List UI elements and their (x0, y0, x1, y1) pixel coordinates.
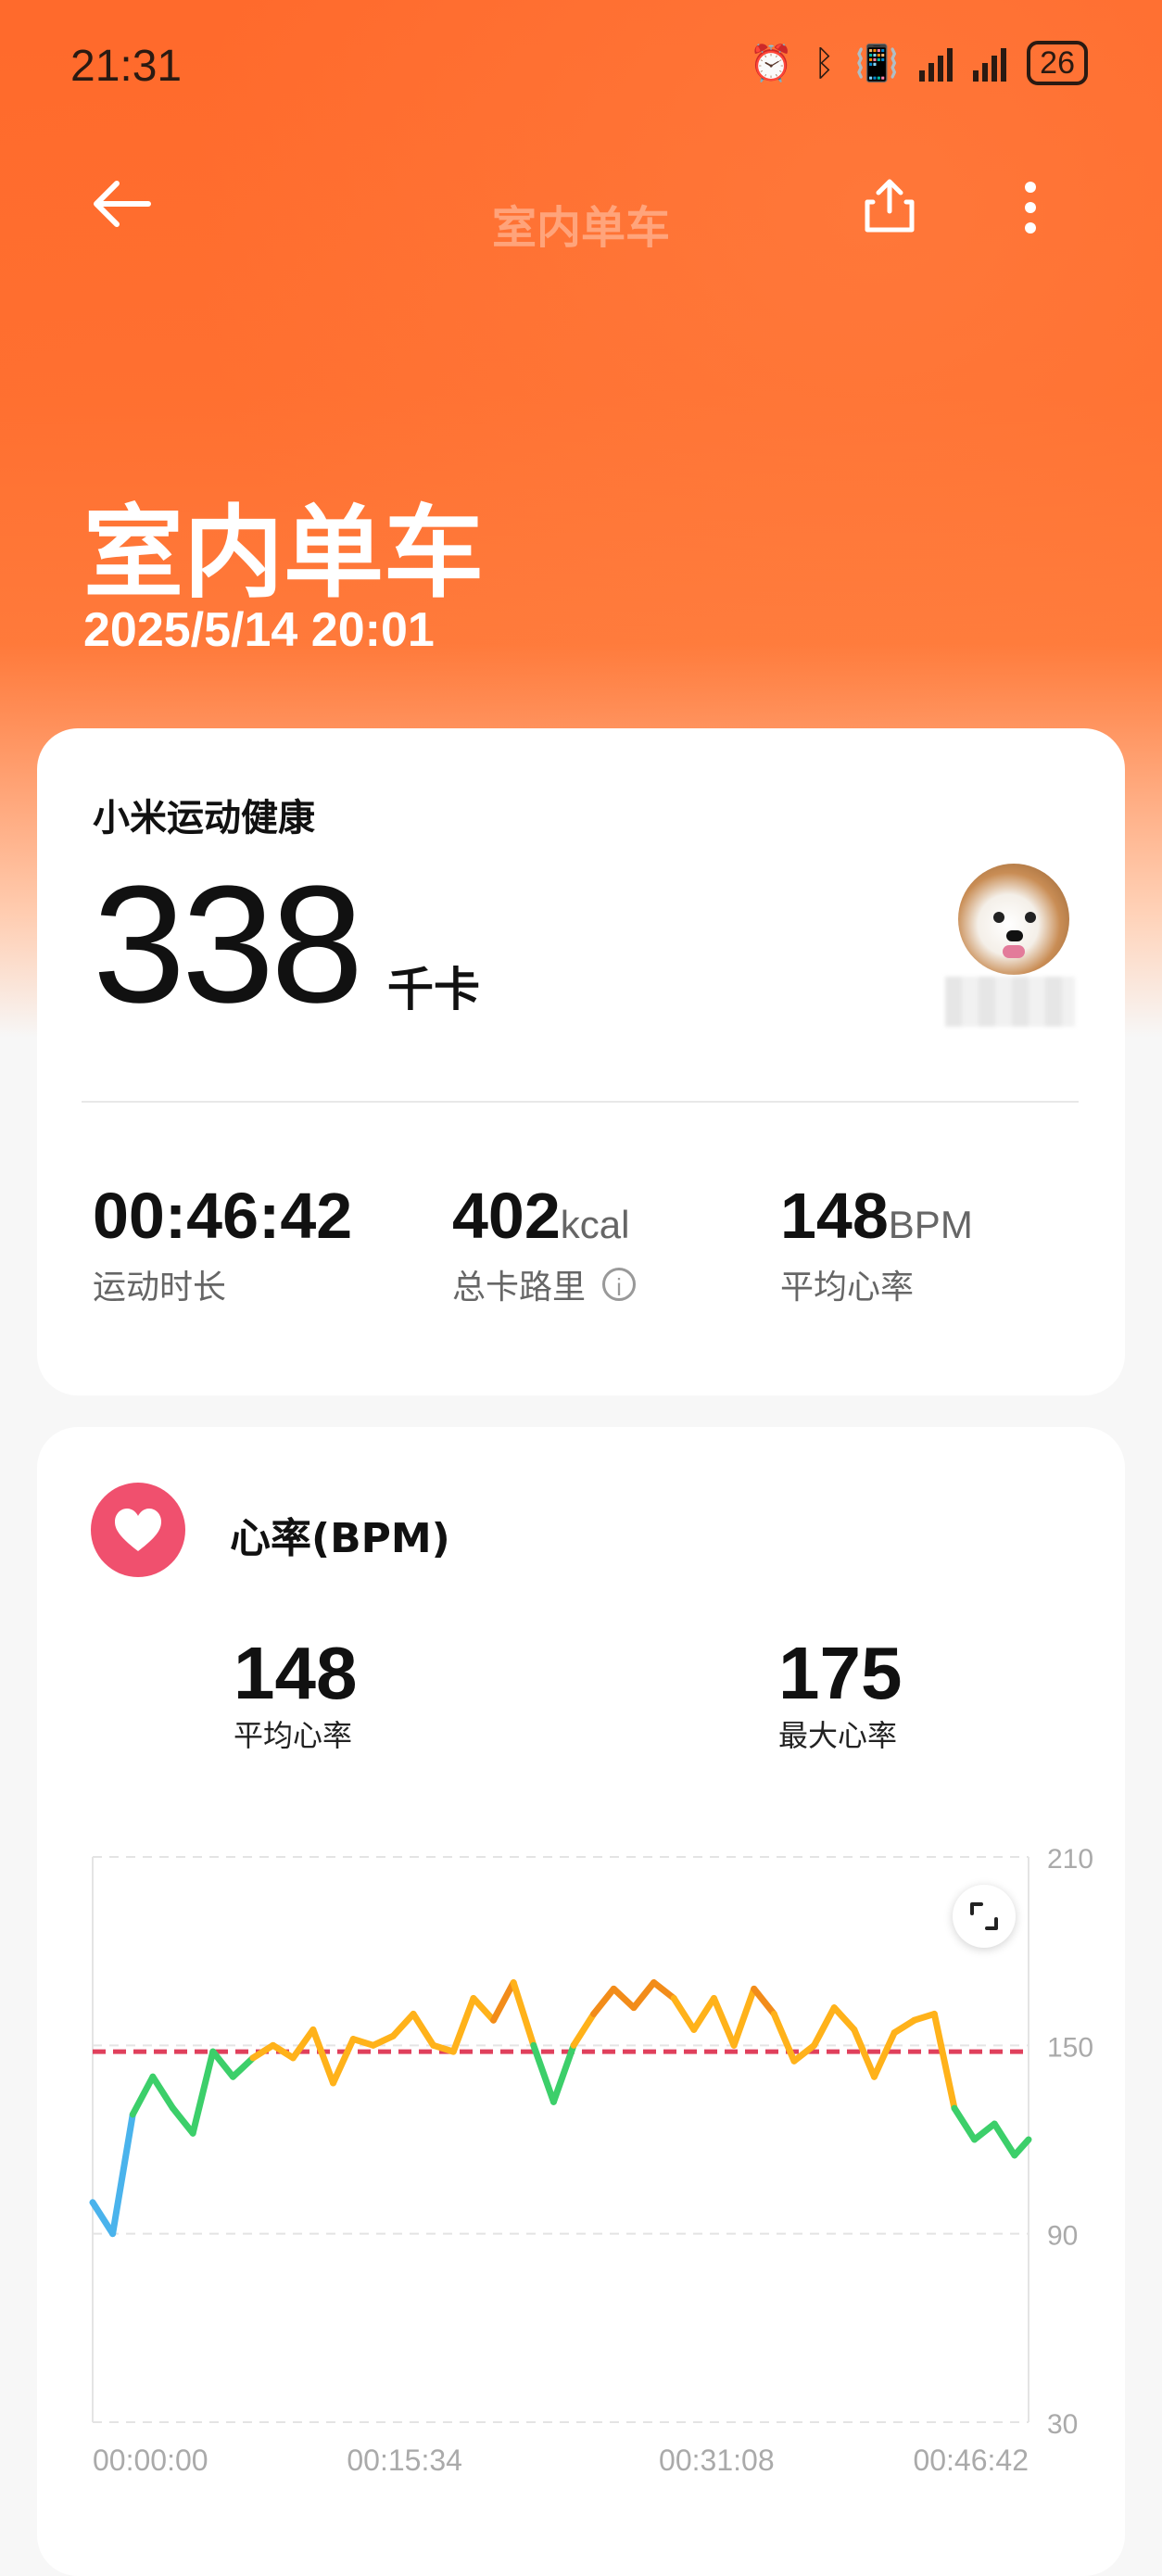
status-time: 21:31 (70, 42, 183, 91)
avatar[interactable] (958, 864, 1069, 975)
stat-avg-hr: 148BPM 平均心率 (780, 1179, 973, 1308)
brand-label: 小米运动健康 (93, 797, 315, 840)
vibrate-icon: 📳 (854, 42, 900, 83)
heart-rate-title: 心率(BPM) (230, 1515, 450, 1562)
info-icon[interactable]: i (602, 1268, 637, 1301)
alarm-icon: ⏰ (749, 42, 794, 83)
bluetooth-icon: ᛒ (814, 43, 835, 83)
stat-total-calories: 402kcal 总卡路里 i (452, 1179, 637, 1308)
calories-value: 338 (93, 852, 363, 1038)
status-icons: ⏰ ᛒ 📳 26 (750, 41, 1088, 85)
stat-duration: 00:46:42 运动时长 (93, 1179, 352, 1308)
more-options-icon[interactable] (1019, 178, 1042, 241)
stat-hr-value: 148 (780, 1180, 889, 1252)
battery-icon: 26 (1027, 41, 1088, 85)
workout-title: 室内单车 (83, 496, 485, 612)
stat-calories-value: 402 (452, 1180, 561, 1252)
stat-calories-label: 总卡路里 (452, 1269, 587, 1307)
share-icon[interactable] (862, 176, 917, 239)
heart-icon (91, 1483, 185, 1577)
max-hr-value: 175 (778, 1632, 903, 1714)
stat-calories-unit: kcal (560, 1203, 630, 1246)
signal-icon-2 (973, 44, 1007, 82)
summary-card: 小米运动健康 338 千卡 00:46:42 运动时长 402kcal 总卡路里… (37, 728, 1125, 1395)
avg-hr-block: 148 平均心率 (234, 1631, 357, 1755)
divider (82, 1101, 1079, 1103)
blurred-username (945, 977, 1075, 1027)
top-bar: 室内单车 (0, 158, 1162, 254)
max-hr-label: 最大心率 (778, 1718, 898, 1753)
stat-duration-value: 00:46:42 (93, 1180, 353, 1252)
stat-hr-unit: BPM (888, 1203, 973, 1246)
heart-rate-card: 心率(BPM) 148 平均心率 175 最大心率 (37, 1427, 1125, 2576)
workout-datetime: 2025/5/14 20:01 (83, 603, 435, 657)
status-bar: 21:31 ⏰ ᛒ 📳 26 (0, 0, 1162, 139)
stat-hr-label: 平均心率 (780, 1269, 915, 1307)
expand-chart-button[interactable] (953, 1885, 1016, 1948)
max-hr-block: 175 最大心率 (778, 1631, 902, 1755)
avg-hr-value: 148 (234, 1632, 358, 1714)
top-bar-title: 室内单车 (491, 202, 670, 254)
avg-hr-label: 平均心率 (234, 1718, 353, 1753)
expand-icon (970, 1902, 998, 1930)
calories-unit: 千卡 (387, 963, 480, 1017)
stat-duration-label: 运动时长 (93, 1269, 227, 1307)
signal-icon (919, 44, 954, 82)
